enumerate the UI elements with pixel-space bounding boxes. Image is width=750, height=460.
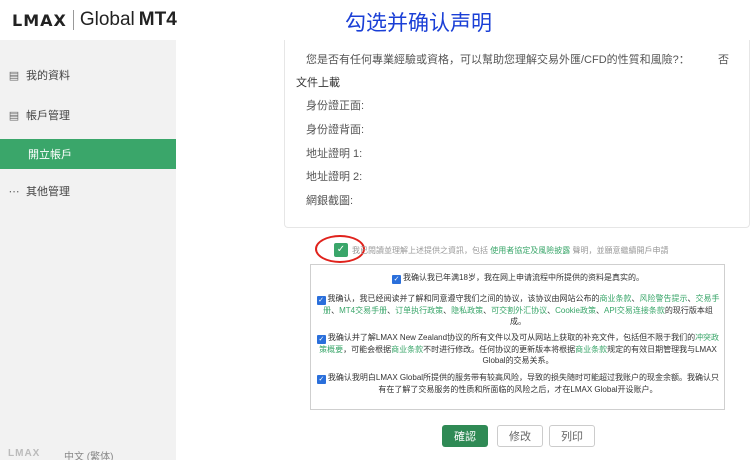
declaration-1: ✓ 我确认我已年满18岁，我在网上申请流程中所提供的资料是真实的。 xyxy=(392,273,644,284)
sidebar-item-label: 其他管理 xyxy=(26,186,70,198)
experience-answer: 否 xyxy=(718,54,729,66)
list-icon: ▤ xyxy=(8,109,20,122)
document-icon: ▤ xyxy=(8,69,20,82)
link-commercial-terms-3[interactable]: 商业条款 xyxy=(575,345,607,354)
language-selector[interactable]: 中文 (繁体) xyxy=(64,448,113,460)
declaration-3-checkbox[interactable]: ✓ xyxy=(316,335,326,344)
sidebar-item-open-account[interactable]: 開立帳戶 xyxy=(0,139,176,169)
link-cookie-policy[interactable]: Cookie政策 xyxy=(555,306,596,315)
declaration-4-checkbox[interactable]: ✓ xyxy=(316,375,326,384)
upload-section-title: 文件上載 xyxy=(296,77,340,89)
declaration-2: ✓ 我确认，我已经阅读并了解和同意遵守我们之间的协议，该协议由网站公布的商业条款、… xyxy=(316,294,720,326)
link-deliverable-fx[interactable]: 可交割外汇协议 xyxy=(491,306,547,315)
declaration-3: ✓ 我确认并了解LMAX New Zealand协议的所有文件以及可从网站上获取的… xyxy=(316,333,720,365)
footer-logo: LMAX xyxy=(8,448,41,459)
link-api-terms[interactable]: API交易连接条款 xyxy=(604,306,665,315)
experience-question: 您是否有任何專業經驗或資格，可以幫助您理解交易外匯/CFD的性質和風險?： xyxy=(306,54,690,66)
sidebar: ▤ 我的資料 ▤ 帳戶管理 開立帳戶 ⋯ 其他管理 LMAX 中文 (繁体) xyxy=(0,40,176,460)
sidebar-item-account-management[interactable]: ▤ 帳戶管理 xyxy=(0,100,176,130)
declaration-4: ✓ 我确认我明白LMAX Global所提供的服务带有较高风险，导致的损失随时可能… xyxy=(316,373,720,394)
link-order-execution[interactable]: 订单执行政策 xyxy=(395,306,443,315)
sidebar-item-label: 帳戶管理 xyxy=(26,110,70,122)
annotation-title: 勾选并确认声明 xyxy=(345,11,492,35)
sidebar-item-my-profile[interactable]: ▤ 我的資料 xyxy=(0,60,176,90)
link-mt4-handbook[interactable]: MT4交易手册 xyxy=(339,306,387,315)
sidebar-item-label: 我的資料 xyxy=(26,70,70,82)
lmax-logo[interactable]: LMAX Global MT4 xyxy=(12,9,177,31)
confirm-button[interactable]: 確認 xyxy=(442,425,488,447)
user-agreement-link[interactable]: 使用者協定及風險披露 xyxy=(490,246,570,255)
upload-id-back: 身份證背面: xyxy=(306,124,365,136)
declaration-2-checkbox[interactable]: ✓ xyxy=(316,296,326,305)
sidebar-item-label: 開立帳戶 xyxy=(28,149,72,161)
link-risk-warning[interactable]: 风险警告提示 xyxy=(640,294,688,303)
upload-bank-screenshot: 網銀截圖: xyxy=(306,195,354,207)
top-bar: LMAX Global MT4 勾选并确认声明 xyxy=(0,0,750,40)
link-commercial-terms-2[interactable]: 商业条款 xyxy=(391,345,423,354)
logo-lmax-text: LMAX xyxy=(12,10,67,30)
sidebar-footer: LMAX 中文 (繁体) xyxy=(0,448,176,460)
link-commercial-terms[interactable]: 商业条款 xyxy=(600,294,632,303)
upload-id-front: 身份證正面: xyxy=(306,100,365,112)
upload-address-proof-1: 地址證明 1: xyxy=(306,148,363,160)
link-privacy-policy[interactable]: 隐私政策 xyxy=(451,306,483,315)
logo-mt4-text: MT4 xyxy=(138,9,177,30)
logo-global-text: Global xyxy=(79,9,135,30)
more-icon: ⋯ xyxy=(8,185,20,198)
print-button[interactable]: 列印 xyxy=(549,425,595,447)
upload-address-proof-2: 地址證明 2: xyxy=(306,171,363,183)
main-content: 您是否有任何專業經驗或資格，可以幫助您理解交易外匯/CFD的性質和風險?： 否 … xyxy=(176,40,750,460)
declaration-1-checkbox[interactable]: ✓ xyxy=(392,275,402,284)
master-checkbox[interactable]: ✓ xyxy=(334,243,348,257)
logo-divider xyxy=(72,10,74,30)
edit-button[interactable]: 修改 xyxy=(497,425,543,447)
master-agreement-text: 我已閱讀並理解上述提供之資訊，包括 使用者協定及風險披露 聲明，並願意繼續開戶申… xyxy=(352,246,669,255)
sidebar-item-other-management[interactable]: ⋯ 其他管理 xyxy=(0,176,176,206)
